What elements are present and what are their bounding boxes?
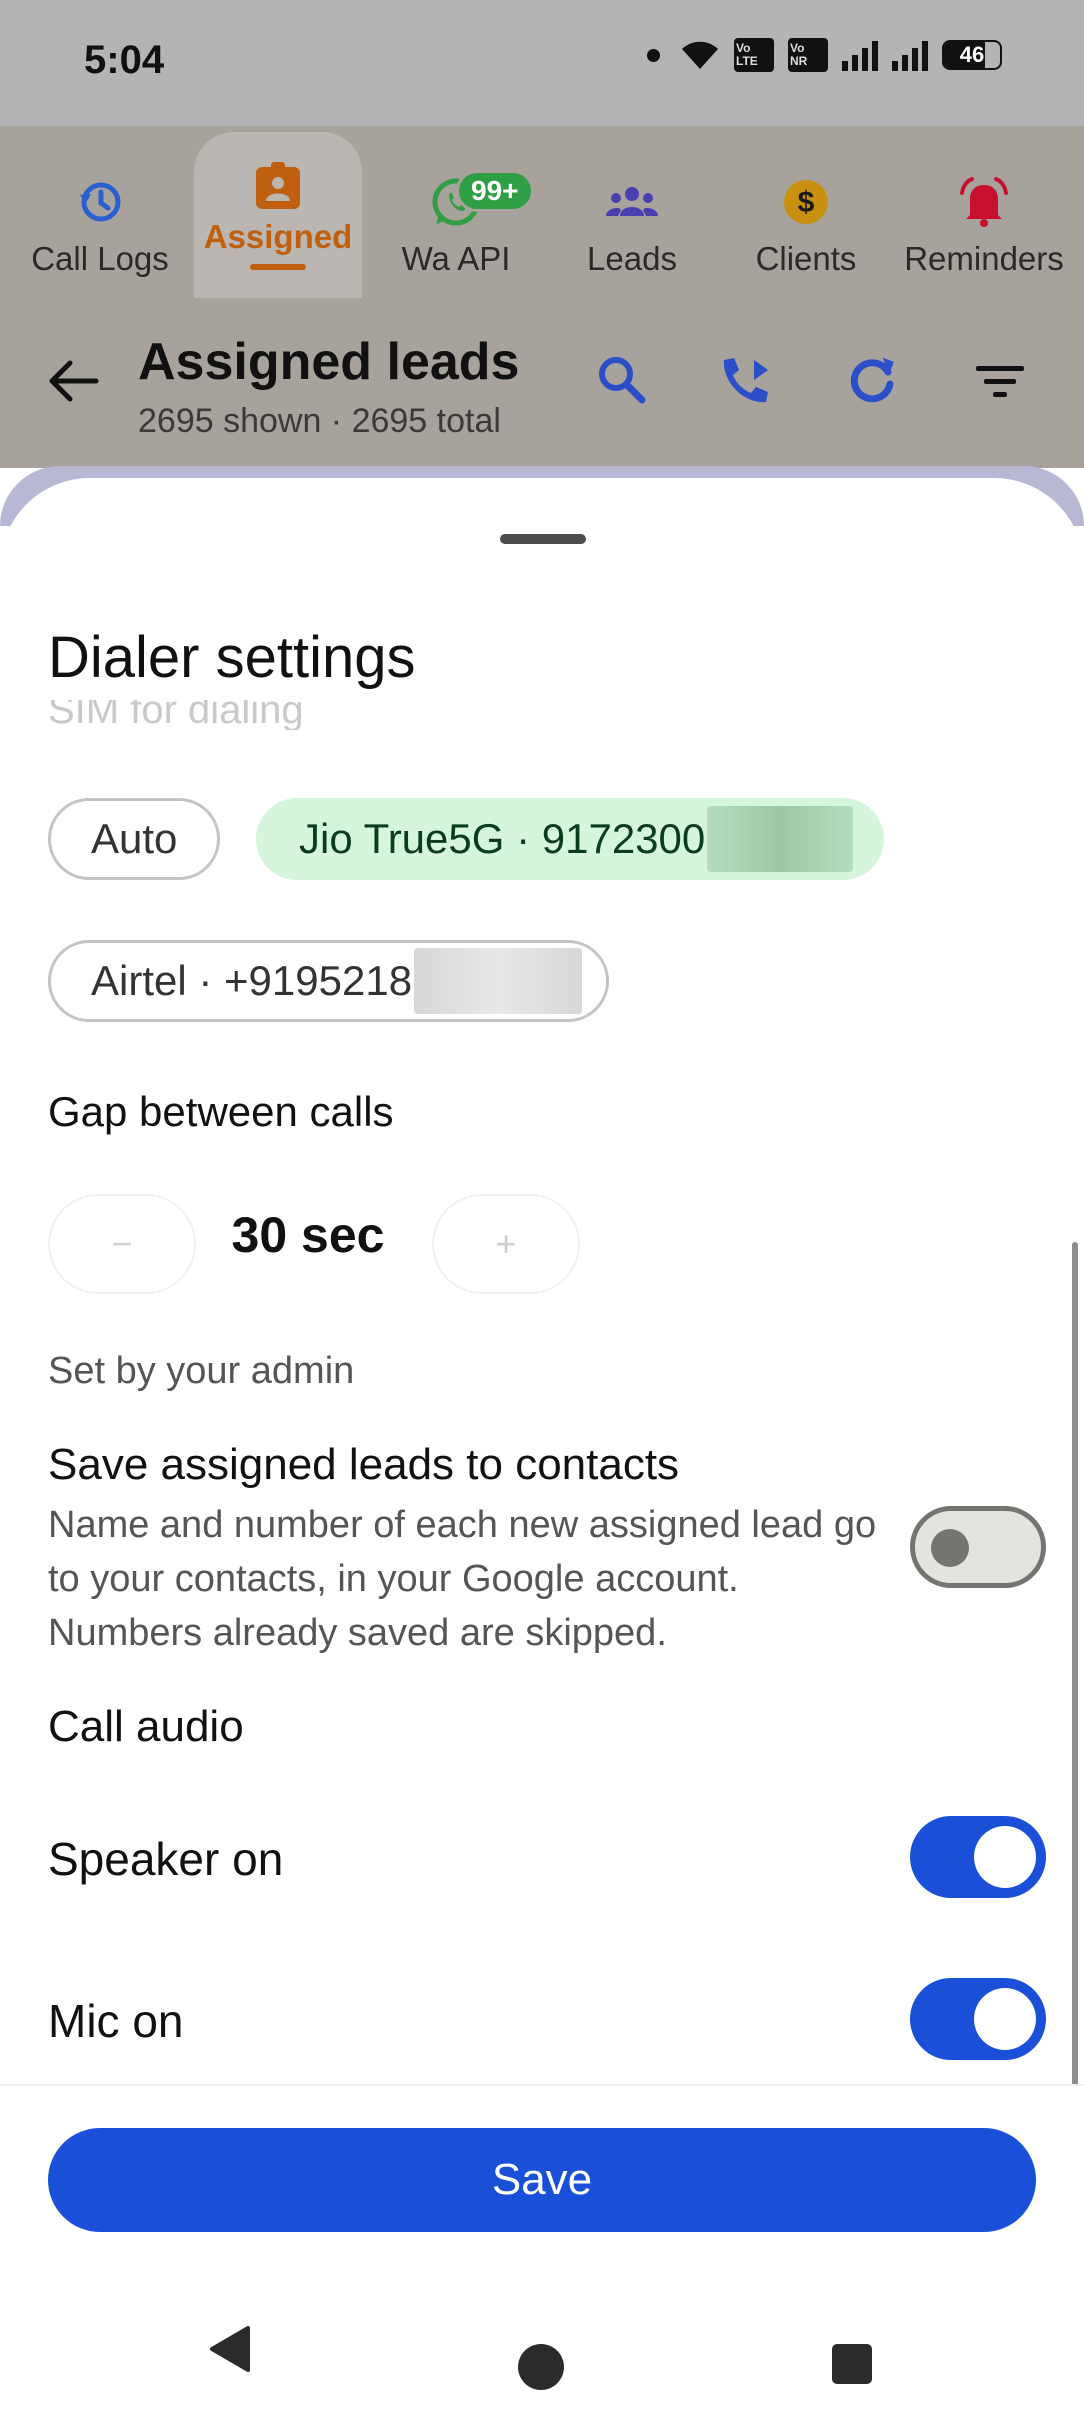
nav-recents-icon[interactable]	[832, 2344, 872, 2384]
footer-divider	[0, 2084, 1084, 2086]
drag-handle[interactable]	[500, 534, 586, 544]
auto-dial-phone-icon[interactable]	[716, 354, 776, 408]
tab-label: Assigned	[203, 218, 353, 255]
signal-sim2-icon	[892, 39, 928, 71]
plus-icon: +	[495, 1223, 517, 1264]
refresh-icon[interactable]	[846, 354, 898, 406]
volte-sim2-icon: Vo NR	[788, 38, 828, 72]
toggle-knob	[974, 1988, 1036, 2050]
svg-text:$: $	[798, 186, 815, 219]
tab-label: Wa API	[401, 240, 511, 277]
tab-wa-api[interactable]: 99+ Wa API	[372, 126, 540, 298]
tab-clients[interactable]: $ Clients	[722, 126, 890, 298]
dollar-coin-icon: $	[784, 180, 828, 224]
screen: 5:04 Vo LTE Vo NR 46 Call Logs Assigned …	[0, 0, 1084, 2412]
alarm-bell-icon	[960, 177, 1008, 227]
sim-option-label: Jio True5G · 9172300	[299, 815, 706, 862]
volte-sim1-net: LTE	[736, 54, 758, 68]
gap-decrease-button[interactable]: −	[48, 1194, 196, 1294]
sim-section-label: SIM for dialing	[48, 700, 304, 730]
lead-count-subtitle: 2695 shown · 2695 total	[138, 402, 501, 440]
sim-option-label: Airtel · +9195218	[91, 957, 413, 1004]
redacted-number	[707, 806, 854, 872]
sheet-scrollbar[interactable]	[1072, 1242, 1078, 2086]
history-icon	[80, 182, 121, 222]
speaker-on-label: Speaker on	[48, 1833, 284, 1885]
signal-sim1-icon	[842, 39, 878, 71]
sim-option-jio[interactable]: Jio True5G · 9172300	[256, 798, 885, 880]
save-to-contacts-title: Save assigned leads to contacts	[48, 1440, 680, 1489]
tab-label: Reminders	[904, 240, 1064, 277]
gap-increase-button[interactable]: +	[432, 1194, 580, 1294]
volte-sim1-icon: Vo LTE	[734, 38, 774, 72]
assigned-badge-icon	[256, 162, 300, 209]
status-icons: Vo LTE Vo NR 46	[647, 38, 1002, 72]
minus-icon: −	[111, 1223, 133, 1264]
save-to-contacts-description: Name and number of each new assigned lea…	[48, 1504, 877, 1654]
wifi-icon	[682, 41, 718, 69]
back-arrow-icon[interactable]	[46, 358, 100, 404]
redacted-number	[414, 948, 583, 1014]
tab-reminders[interactable]: Reminders	[900, 126, 1068, 298]
gap-value: 30 sec	[231, 1207, 385, 1263]
sim-option-airtel[interactable]: Airtel · +9195218	[48, 940, 610, 1022]
dialer-settings-sheet: Dialer settings SIM for dialing Auto Jio…	[0, 478, 1084, 2288]
volte-sim2-net: NR	[790, 54, 808, 68]
tab-call-logs[interactable]: Call Logs	[16, 126, 184, 298]
admin-hint: Set by your admin	[48, 1350, 355, 1392]
notification-dot-icon	[647, 48, 660, 62]
sim-option-label: Auto	[91, 815, 178, 862]
search-icon[interactable]	[596, 354, 646, 404]
sheet-title: Dialer settings	[48, 625, 416, 690]
battery-icon: 46	[942, 40, 1002, 70]
mic-on-label: Mic on	[48, 1995, 184, 2047]
save-button-label: Save	[491, 2155, 593, 2204]
system-nav-bar	[0, 2288, 1084, 2412]
save-to-contacts-toggle[interactable]	[910, 1506, 1046, 1588]
app-bar: Assigned leads 2695 shown · 2695 total	[0, 298, 1084, 468]
nav-home-icon[interactable]	[518, 2344, 564, 2390]
gap-between-calls-label: Gap between calls	[48, 1088, 394, 1135]
nav-back-icon[interactable]	[208, 2324, 254, 2374]
tab-leads[interactable]: Leads	[548, 126, 716, 298]
sim-option-auto[interactable]: Auto	[48, 798, 221, 880]
people-icon	[606, 187, 658, 216]
status-time: 5:04	[84, 38, 165, 82]
tab-assigned[interactable]: Assigned	[194, 132, 362, 298]
wa-api-count-badge: 99+	[456, 170, 534, 212]
save-button[interactable]: Save	[48, 2128, 1036, 2232]
toggle-knob	[974, 1826, 1036, 1888]
call-audio-label: Call audio	[48, 1702, 244, 1751]
filter-icon[interactable]	[974, 364, 1026, 400]
page-title: Assigned leads	[138, 333, 520, 391]
tab-label: Call Logs	[31, 240, 169, 277]
speaker-toggle[interactable]	[910, 1816, 1046, 1898]
tab-label: Clients	[755, 240, 857, 277]
status-bar: 5:04 Vo LTE Vo NR 46	[0, 0, 1084, 126]
tab-label: Leads	[587, 240, 677, 277]
active-tab-indicator	[250, 264, 306, 270]
toggle-knob	[931, 1529, 969, 1567]
mic-toggle[interactable]	[910, 1978, 1046, 2060]
battery-level: 46	[959, 42, 985, 67]
top-tabs: Call Logs Assigned 99+ Wa API Leads $ Cl…	[0, 126, 1084, 298]
